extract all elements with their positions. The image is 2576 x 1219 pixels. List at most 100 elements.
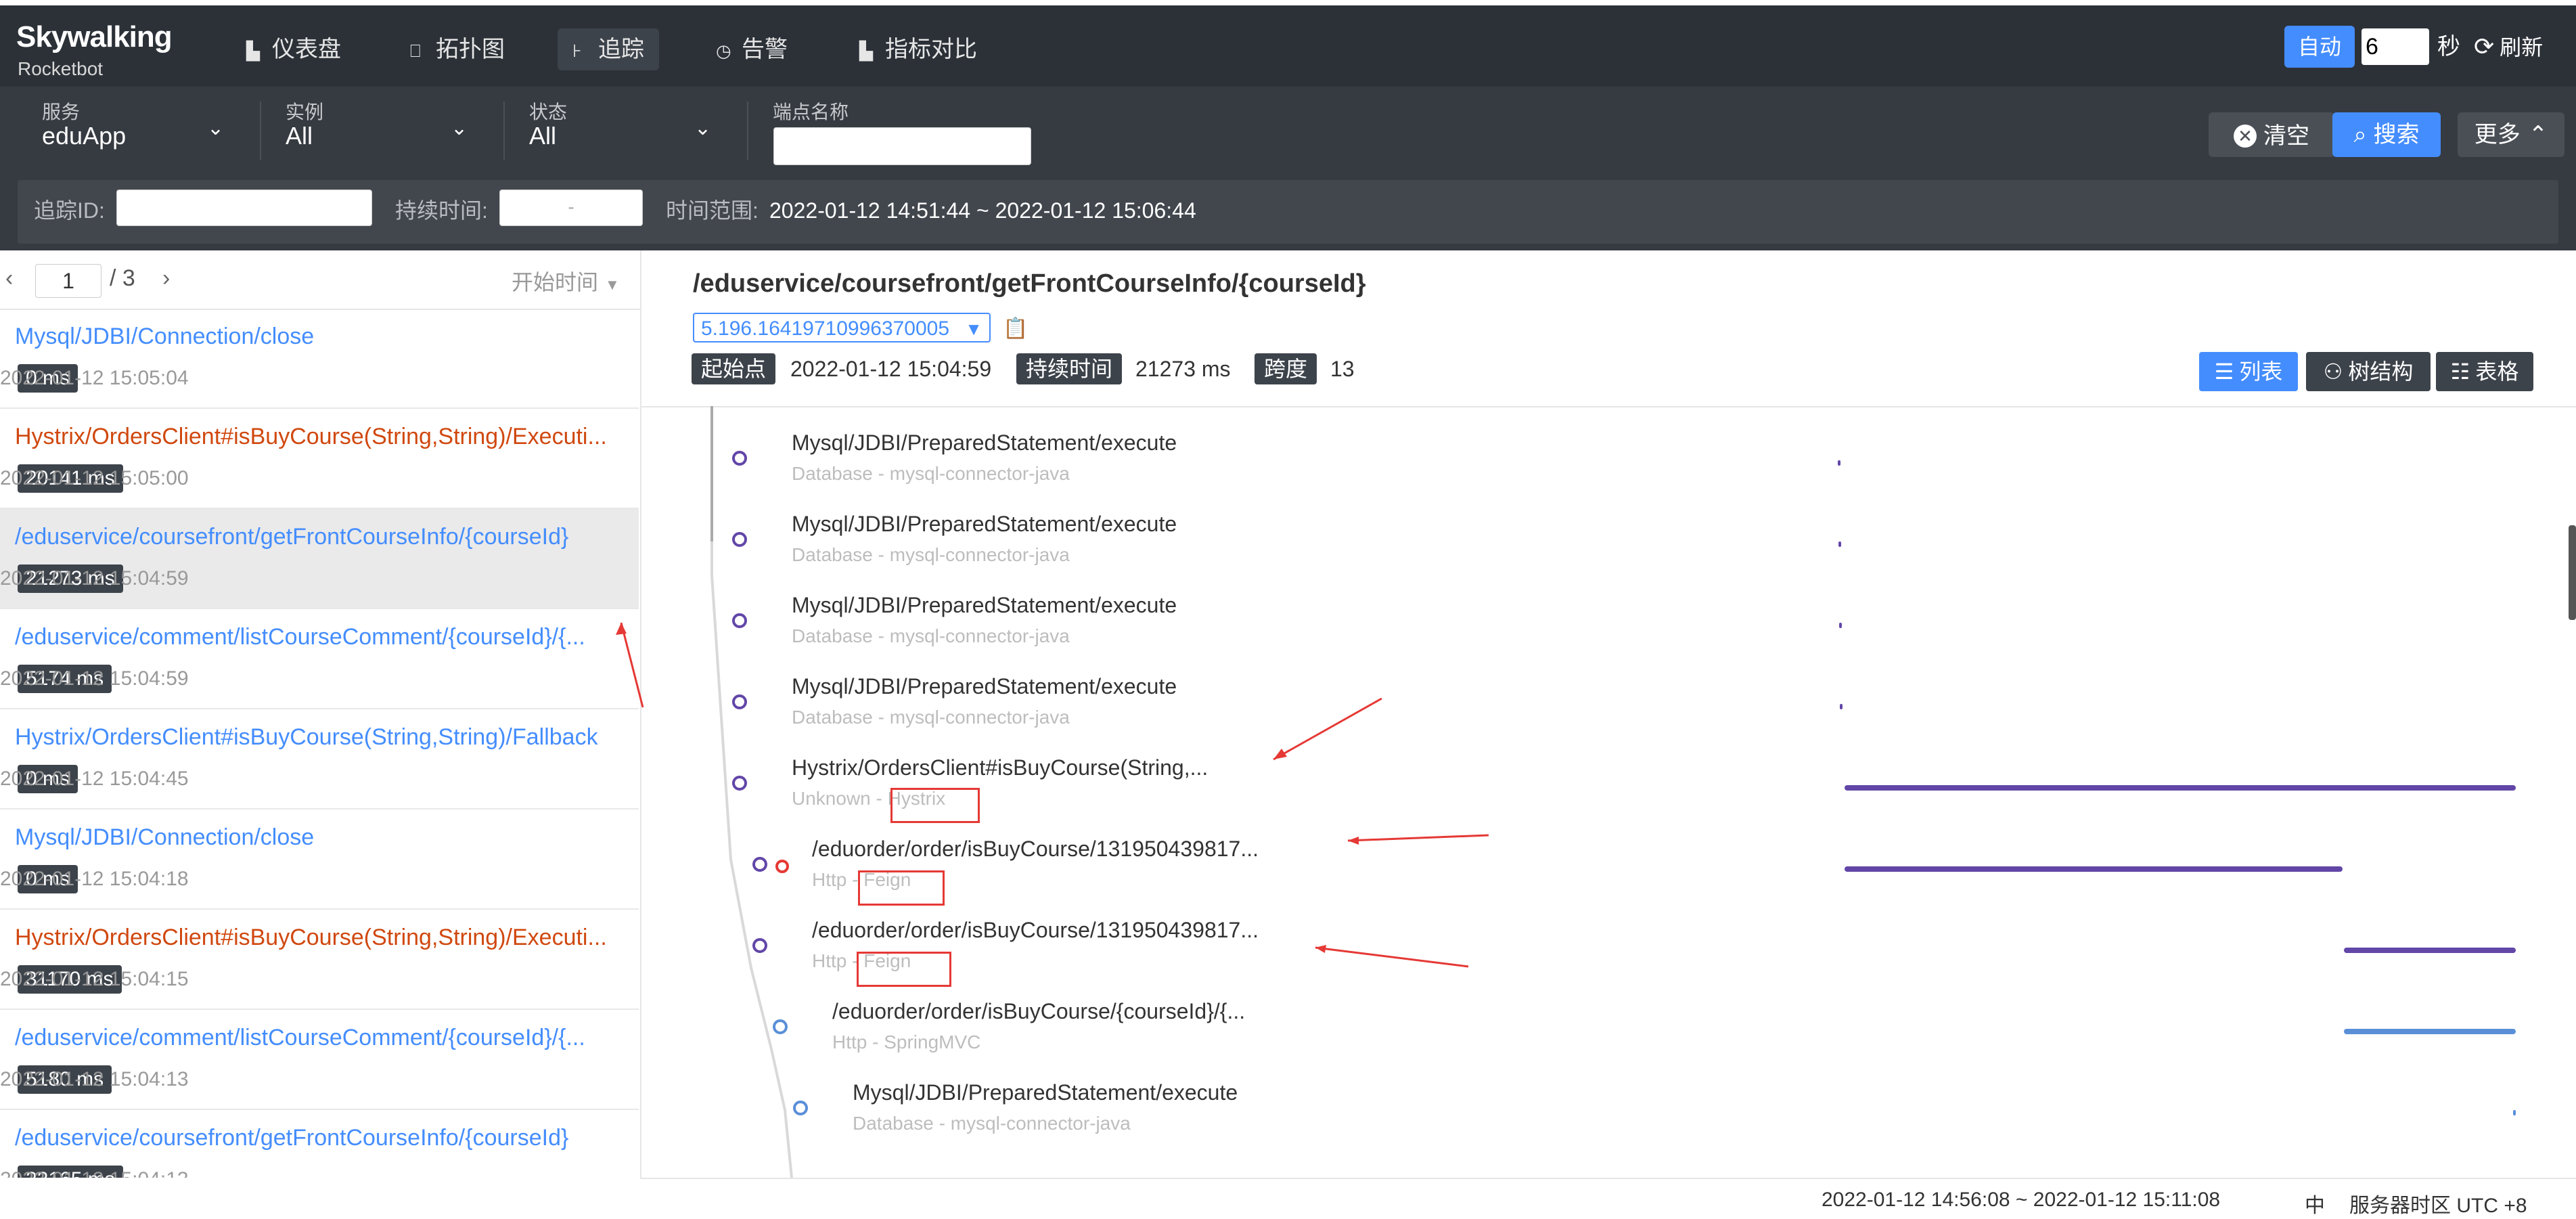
chevron-down-icon[interactable]: ⌄ (451, 116, 468, 140)
span-node-icon[interactable] (732, 532, 747, 547)
chevron-down-icon[interactable]: ⌄ (207, 116, 224, 140)
trace-id-input[interactable] (116, 190, 372, 226)
span-component: Database - mysql-connector-java (792, 544, 1070, 565)
view-tree-button[interactable]: ⚇ 树结构 (2306, 352, 2431, 391)
trace-start-time: 2022-01-12 15:04:13 (0, 1166, 189, 1178)
trace-list-item[interactable]: /eduservice/coursefront/getFrontCourseIn… (0, 1110, 639, 1178)
language-switch[interactable]: 中 (2305, 1189, 2325, 1218)
span-duration-bar (2344, 1029, 2516, 1034)
span-duration-bar (2344, 948, 2516, 953)
span-count: 13 (1330, 357, 1355, 381)
trace-start-time: 2022-01-12 15:04:45 (0, 768, 189, 790)
instance-select[interactable]: All (286, 122, 313, 150)
filter-divider (503, 102, 505, 160)
search-button[interactable]: ⌕ 搜索 (2332, 112, 2441, 157)
trace-list-item[interactable]: /eduservice/comment/listCourseComment/{c… (0, 609, 639, 709)
duration-tag: 持续时间 (1016, 353, 1123, 384)
scrollbar-thumb[interactable] (2569, 525, 2576, 620)
endpoint-input[interactable] (773, 127, 1031, 165)
start-value: 2022-01-12 15:04:59 (790, 357, 992, 381)
search-icon: ⌕ (2353, 122, 2367, 148)
nav-dashboard[interactable]: ▙ 仪表盘 (231, 28, 356, 70)
more-button[interactable]: 更多 ⌃ (2458, 112, 2564, 157)
trace-endpoint-name: /eduservice/comment/listCourseComment/{c… (15, 1025, 585, 1050)
trace-endpoint-name: Hystrix/OrdersClient#isBuyCourse(String,… (15, 724, 598, 750)
trace-endpoint-name: Hystrix/OrdersClient#isBuyCourse(String,… (15, 424, 607, 449)
status-select[interactable]: All (529, 122, 556, 150)
dashboard-icon: ▙ (246, 41, 260, 61)
detail-divider (640, 406, 2576, 407)
timezone-label: 服务器时区 UTC +8 (2349, 1195, 2527, 1217)
interval-unit-label: 秒 (2437, 34, 2460, 60)
refresh-button[interactable]: ⟳ 刷新 (2474, 26, 2543, 68)
next-page-icon[interactable]: › (162, 265, 170, 292)
trace-start-time: 2022-01-12 15:05:04 (0, 367, 189, 389)
trace-endpoint-name: /eduservice/coursefront/getFrontCourseIn… (15, 1125, 569, 1151)
span-component: Http - SpringMVC (832, 1032, 981, 1052)
trace-start-time: 2022-01-12 15:04:15 (0, 968, 189, 990)
time-range-label: 时间范围: (666, 198, 759, 223)
nav-trace[interactable]: ⊦ 追踪 (558, 28, 659, 70)
trace-list-item[interactable]: /eduservice/comment/listCourseComment/{c… (0, 1010, 639, 1110)
span-component: Database - mysql-connector-java (792, 463, 1070, 484)
trace-list-item[interactable]: Hystrix/OrdersClient#isBuyCourse(String,… (0, 910, 639, 1010)
start-tag: 起始点 (692, 353, 776, 384)
span-node-icon[interactable] (793, 1101, 808, 1115)
annotation-arrows (616, 622, 1489, 968)
chevron-down-icon[interactable]: ⌄ (694, 116, 711, 140)
span-name[interactable]: /eduorder/order/isBuyCourse/{courseId}/{… (832, 999, 1245, 1024)
sort-select[interactable]: 开始时间 ▼ (512, 265, 620, 296)
nav-alarm[interactable]: ◷ 告警 (701, 28, 803, 70)
caret-down-icon: ▼ (965, 319, 982, 339)
trace-endpoint-name: Mysql/JDBI/Connection/close (15, 824, 315, 850)
endpoint-label: 端点名称 (773, 102, 849, 123)
tree-icon: ⚇ (2323, 359, 2343, 384)
list-icon: ☰ (2214, 359, 2234, 384)
logo[interactable]: Skywalking (16, 20, 173, 54)
trace-start-time: 2022-01-12 15:04:59 (0, 567, 189, 590)
trace-endpoint-name: /eduservice/comment/listCourseComment/{c… (15, 624, 585, 650)
nav-compare[interactable]: ▙ 指标对比 (844, 28, 992, 70)
filter-divider (747, 102, 748, 160)
time-range-value[interactable]: 2022-01-12 14:51:44 ~ 2022-01-12 15:06:4… (769, 194, 1196, 227)
nav-topology[interactable]: ⎕ 拓扑图 (395, 28, 520, 70)
status-label: 状态 (529, 102, 568, 123)
span-tag: 跨度 (1255, 353, 1317, 384)
span-node-icon[interactable] (773, 1019, 788, 1034)
span-name[interactable]: Mysql/JDBI/PreparedStatement/execute (853, 1080, 1238, 1105)
view-table-button[interactable]: ☷ 表格 (2436, 352, 2533, 391)
trace-list-item[interactable]: Hystrix/OrdersClient#isBuyCourse(String,… (0, 409, 639, 509)
clear-button[interactable]: ✕ 清空 (2209, 112, 2334, 157)
trace-start-time: 2022-01-12 15:05:00 (0, 467, 189, 489)
view-list-button[interactable]: ☰ 列表 (2199, 352, 2298, 391)
duration-input[interactable]: - (499, 190, 643, 226)
trace-list-item[interactable]: Hystrix/OrdersClient#isBuyCourse(String,… (0, 709, 639, 810)
status-divider (640, 1178, 2576, 1179)
prev-page-icon[interactable]: ‹ (5, 265, 13, 292)
page-input[interactable]: 1 (35, 264, 101, 298)
clear-icon: ✕ (2234, 125, 2257, 148)
duration-value: 21273 ms (1135, 357, 1231, 381)
instance-label: 实例 (286, 102, 324, 123)
span-node-icon[interactable] (732, 451, 747, 466)
refresh-interval-input[interactable] (2362, 28, 2429, 65)
span-duration-bar (1838, 541, 1841, 547)
trace-icon: ⊦ (572, 41, 582, 61)
trace-list-item[interactable]: Mysql/JDBI/Connection/close 0 ms 2022-01-1… (0, 309, 639, 409)
copy-icon[interactable]: 📋 (1003, 317, 1028, 340)
status-time-range[interactable]: 2022-01-12 14:56:08 ~ 2022-01-12 15:11:0… (1822, 1189, 2220, 1212)
caret-down-icon: ▼ (605, 276, 620, 293)
topology-icon: ⎕ (410, 41, 421, 61)
trace-list-item[interactable]: /eduservice/coursefront/getFrontCourseIn… (0, 509, 639, 609)
annotation-box (858, 870, 945, 906)
chevron-up-icon: ⌃ (2528, 122, 2548, 148)
service-label: 服务 (42, 102, 81, 123)
trace-list-item[interactable]: Mysql/JDBI/Connection/close 0 ms 2022-01-1… (0, 810, 639, 910)
auto-refresh-button[interactable]: 自动 (2284, 26, 2355, 68)
trace-id-select[interactable]: 5.196.16419710996370005 ▼ (693, 313, 991, 342)
span-name[interactable]: Mysql/JDBI/PreparedStatement/execute (792, 512, 1177, 537)
span-duration-bar (1845, 785, 2516, 791)
service-select[interactable]: eduApp (42, 122, 126, 150)
filter-divider (260, 102, 261, 160)
span-name[interactable]: Mysql/JDBI/PreparedStatement/execute (792, 430, 1177, 456)
